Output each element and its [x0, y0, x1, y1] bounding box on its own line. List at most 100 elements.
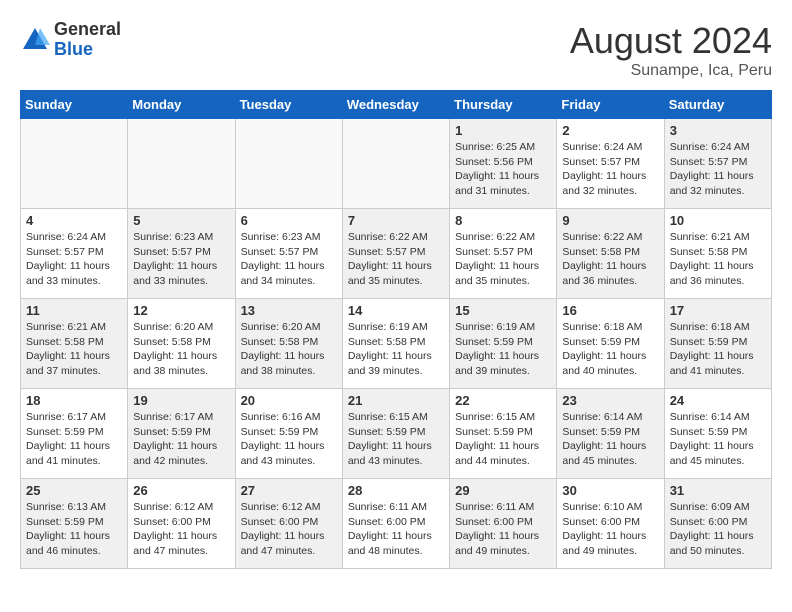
cell-info: Sunrise: 6:11 AMSunset: 6:00 PMDaylight:… [348, 500, 444, 559]
day-number: 29 [455, 483, 551, 498]
day-number: 13 [241, 303, 337, 318]
calendar-cell: 2 Sunrise: 6:24 AMSunset: 5:57 PMDaylight… [557, 119, 664, 209]
calendar-cell: 17 Sunrise: 6:18 AMSunset: 5:59 PMDayligh… [664, 299, 771, 389]
calendar-week-row: 4 Sunrise: 6:24 AMSunset: 5:57 PMDaylight… [21, 209, 772, 299]
calendar-cell: 10Sunrise: 6:21 AMSunset: 5:58 PMDayligh… [664, 209, 771, 299]
cell-info: Sunrise: 6:17 AMSunset: 5:59 PMDaylight:… [26, 410, 122, 469]
calendar-cell: 3 Sunrise: 6:24 AMSunset: 5:57 PMDaylight… [664, 119, 771, 209]
cell-info: Sunrise: 6:15 AMSunset: 5:59 PMDaylight:… [348, 410, 444, 469]
day-number: 12 [133, 303, 229, 318]
day-number: 17 [670, 303, 766, 318]
calendar-cell: 6Sunrise: 6:23 AMSunset: 5:57 PMDaylight… [235, 209, 342, 299]
cell-info: Sunrise: 6:20 AMSunset: 5:58 PMDaylight:… [133, 320, 229, 379]
cell-info: Sunrise: 6:24 AMSunset: 5:57 PMDaylight:… [26, 230, 122, 289]
cell-info: Sunrise: 6:24 AMSunset: 5:57 PMDaylight:… [670, 140, 766, 199]
calendar-cell: 19 Sunrise: 6:17 AMSunset: 5:59 PMDayligh… [128, 389, 235, 479]
day-number: 10 [670, 213, 766, 228]
calendar-cell: 13 Sunrise: 6:20 AMSunset: 5:58 PMDayligh… [235, 299, 342, 389]
calendar-cell: 18Sunrise: 6:17 AMSunset: 5:59 PMDayligh… [21, 389, 128, 479]
cell-info: Sunrise: 6:19 AMSunset: 5:58 PMDaylight:… [348, 320, 444, 379]
cell-info: Sunrise: 6:22 AMSunset: 5:57 PMDaylight:… [348, 230, 444, 289]
cell-info: Sunrise: 6:23 AMSunset: 5:57 PMDaylight:… [133, 230, 229, 289]
day-number: 4 [26, 213, 122, 228]
weekday-header: Sunday [21, 91, 128, 119]
cell-info: Sunrise: 6:14 AMSunset: 5:59 PMDaylight:… [562, 410, 658, 469]
day-number: 31 [670, 483, 766, 498]
calendar-cell [128, 119, 235, 209]
calendar-cell: 21 Sunrise: 6:15 AMSunset: 5:59 PMDayligh… [342, 389, 449, 479]
day-number: 9 [562, 213, 658, 228]
cell-info: Sunrise: 6:12 AMSunset: 6:00 PMDaylight:… [241, 500, 337, 559]
day-number: 20 [241, 393, 337, 408]
calendar-table: SundayMondayTuesdayWednesdayThursdayFrid… [20, 90, 772, 569]
weekday-header: Saturday [664, 91, 771, 119]
day-number: 5 [133, 213, 229, 228]
day-number: 2 [562, 123, 658, 138]
calendar-cell: 8 Sunrise: 6:22 AMSunset: 5:57 PMDaylight… [450, 209, 557, 299]
month-year-title: August 2024 [570, 20, 772, 62]
calendar-cell: 12 Sunrise: 6:20 AMSunset: 5:58 PMDayligh… [128, 299, 235, 389]
location-subtitle: Sunampe, Ica, Peru [570, 62, 772, 80]
day-number: 7 [348, 213, 444, 228]
page-header: General Blue August 2024 Sunampe, Ica, P… [20, 20, 772, 80]
calendar-cell: 30Sunrise: 6:10 AMSunset: 6:00 PMDayligh… [557, 479, 664, 569]
day-number: 3 [670, 123, 766, 138]
cell-info: Sunrise: 6:24 AMSunset: 5:57 PMDaylight:… [562, 140, 658, 199]
calendar-cell: 9 Sunrise: 6:22 AMSunset: 5:58 PMDaylight… [557, 209, 664, 299]
cell-info: Sunrise: 6:14 AMSunset: 5:59 PMDaylight:… [670, 410, 766, 469]
cell-info: Sunrise: 6:17 AMSunset: 5:59 PMDaylight:… [133, 410, 229, 469]
day-number: 16 [562, 303, 658, 318]
cell-info: Sunrise: 6:25 AMSunset: 5:56 PMDaylight:… [455, 140, 551, 199]
calendar-week-row: 11 Sunrise: 6:21 AMSunset: 5:58 PMDayligh… [21, 299, 772, 389]
day-number: 19 [133, 393, 229, 408]
cell-info: Sunrise: 6:23 AMSunset: 5:57 PMDaylight:… [241, 230, 337, 289]
calendar-cell: 16Sunrise: 6:18 AMSunset: 5:59 PMDayligh… [557, 299, 664, 389]
calendar-cell [21, 119, 128, 209]
cell-info: Sunrise: 6:22 AMSunset: 5:58 PMDaylight:… [562, 230, 658, 289]
calendar-cell: 5 Sunrise: 6:23 AMSunset: 5:57 PMDaylight… [128, 209, 235, 299]
logo-blue-text: Blue [54, 39, 93, 59]
calendar-cell: 11 Sunrise: 6:21 AMSunset: 5:58 PMDayligh… [21, 299, 128, 389]
calendar-cell: 14 Sunrise: 6:19 AMSunset: 5:58 PMDayligh… [342, 299, 449, 389]
calendar-week-row: 18Sunrise: 6:17 AMSunset: 5:59 PMDayligh… [21, 389, 772, 479]
calendar-cell: 26Sunrise: 6:12 AMSunset: 6:00 PMDayligh… [128, 479, 235, 569]
cell-info: Sunrise: 6:21 AMSunset: 5:58 PMDaylight:… [26, 320, 122, 379]
calendar-cell: 22Sunrise: 6:15 AMSunset: 5:59 PMDayligh… [450, 389, 557, 479]
calendar-cell: 4 Sunrise: 6:24 AMSunset: 5:57 PMDaylight… [21, 209, 128, 299]
calendar-cell [235, 119, 342, 209]
logo-icon [20, 25, 50, 55]
calendar-cell: 1Sunrise: 6:25 AMSunset: 5:56 PMDaylight… [450, 119, 557, 209]
cell-info: Sunrise: 6:18 AMSunset: 5:59 PMDaylight:… [670, 320, 766, 379]
calendar-cell: 27 Sunrise: 6:12 AMSunset: 6:00 PMDayligh… [235, 479, 342, 569]
calendar-cell: 20 Sunrise: 6:16 AMSunset: 5:59 PMDayligh… [235, 389, 342, 479]
cell-info: Sunrise: 6:22 AMSunset: 5:57 PMDaylight:… [455, 230, 551, 289]
cell-info: Sunrise: 6:15 AMSunset: 5:59 PMDaylight:… [455, 410, 551, 469]
day-number: 8 [455, 213, 551, 228]
cell-info: Sunrise: 6:11 AMSunset: 6:00 PMDaylight:… [455, 500, 551, 559]
weekday-header: Thursday [450, 91, 557, 119]
day-number: 11 [26, 303, 122, 318]
calendar-cell: 23Sunrise: 6:14 AMSunset: 5:59 PMDayligh… [557, 389, 664, 479]
day-number: 14 [348, 303, 444, 318]
calendar-cell [342, 119, 449, 209]
calendar-header-row: SundayMondayTuesdayWednesdayThursdayFrid… [21, 91, 772, 119]
cell-info: Sunrise: 6:20 AMSunset: 5:58 PMDaylight:… [241, 320, 337, 379]
day-number: 21 [348, 393, 444, 408]
weekday-header: Tuesday [235, 91, 342, 119]
title-block: August 2024 Sunampe, Ica, Peru [570, 20, 772, 80]
calendar-cell: 24Sunrise: 6:14 AMSunset: 5:59 PMDayligh… [664, 389, 771, 479]
calendar-week-row: 25Sunrise: 6:13 AMSunset: 5:59 PMDayligh… [21, 479, 772, 569]
day-number: 27 [241, 483, 337, 498]
day-number: 15 [455, 303, 551, 318]
weekday-header: Friday [557, 91, 664, 119]
calendar-cell: 15 Sunrise: 6:19 AMSunset: 5:59 PMDayligh… [450, 299, 557, 389]
calendar-week-row: 1Sunrise: 6:25 AMSunset: 5:56 PMDaylight… [21, 119, 772, 209]
calendar-cell: 7 Sunrise: 6:22 AMSunset: 5:57 PMDaylight… [342, 209, 449, 299]
cell-info: Sunrise: 6:16 AMSunset: 5:59 PMDaylight:… [241, 410, 337, 469]
logo-general-text: General [54, 19, 121, 39]
cell-info: Sunrise: 6:19 AMSunset: 5:59 PMDaylight:… [455, 320, 551, 379]
day-number: 26 [133, 483, 229, 498]
cell-info: Sunrise: 6:13 AMSunset: 5:59 PMDaylight:… [26, 500, 122, 559]
calendar-cell: 31Sunrise: 6:09 AMSunset: 6:00 PMDayligh… [664, 479, 771, 569]
day-number: 28 [348, 483, 444, 498]
